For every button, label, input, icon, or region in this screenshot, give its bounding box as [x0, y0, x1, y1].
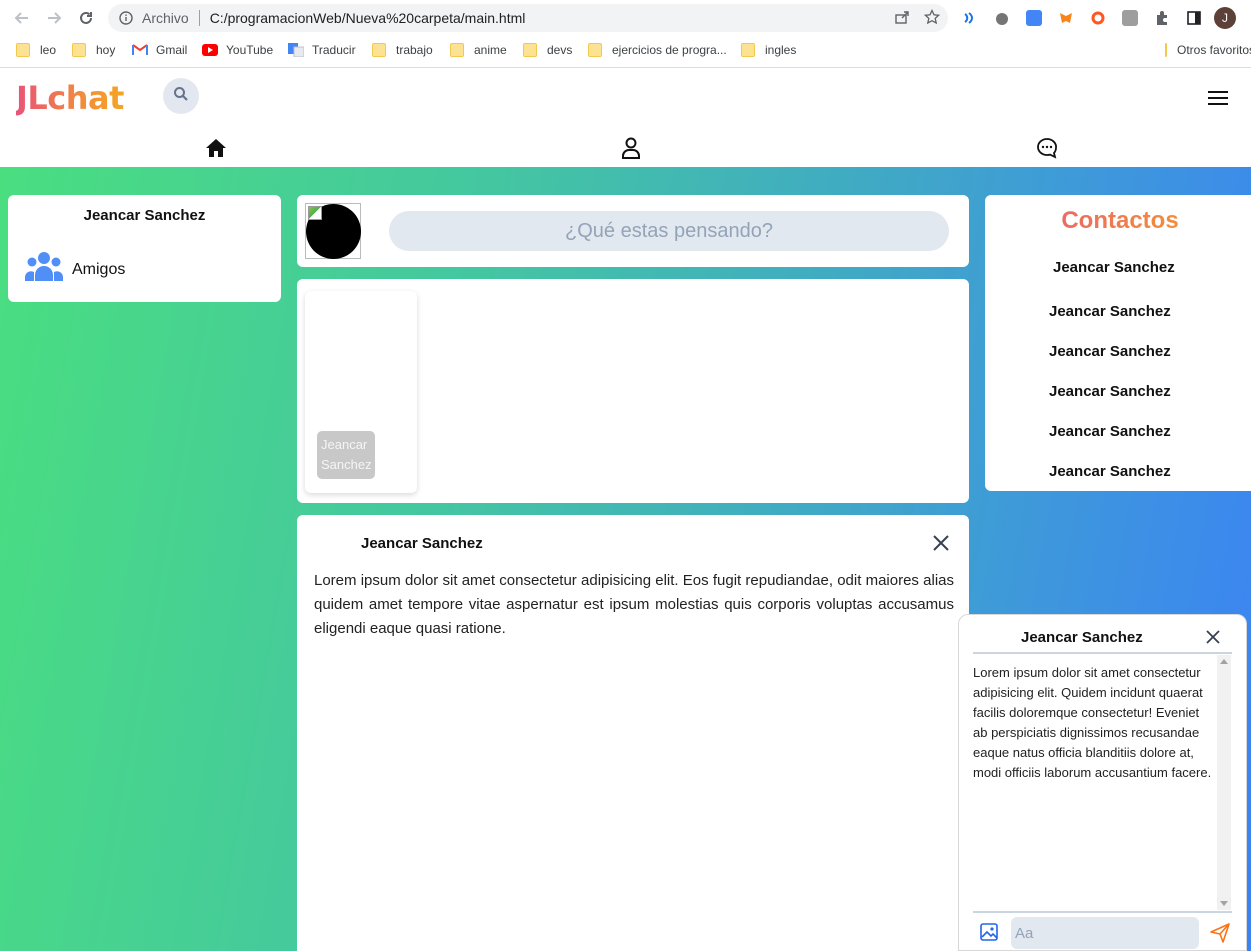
chat-input-divider	[973, 911, 1232, 913]
friends-label: Amigos	[72, 260, 126, 278]
chat-divider	[973, 652, 1232, 654]
story-card[interactable]: Jeancar Sanchez	[305, 291, 417, 493]
hamburger-menu-icon[interactable]	[1208, 89, 1230, 107]
chat-close-icon[interactable]	[1205, 629, 1221, 645]
folder-icon	[588, 43, 602, 57]
chat-bubble-icon[interactable]	[1034, 135, 1060, 161]
contact-item[interactable]: Jeancar Sanchez	[1049, 343, 1171, 360]
translate-icon	[288, 43, 304, 57]
security-label: Archivo	[142, 10, 189, 26]
bookmark-item[interactable]: ingles	[741, 43, 796, 57]
share-icon[interactable]	[894, 9, 910, 30]
gmail-icon	[132, 43, 148, 57]
bookmarks-bar: leo hoy Gmail YouTube Traducir trabajo a…	[0, 36, 1251, 68]
extension-translate-icon[interactable]	[1022, 6, 1046, 30]
chat-scrollbar[interactable]	[1217, 655, 1231, 910]
contact-item[interactable]: Jeancar Sanchez	[1049, 383, 1171, 400]
browser-toolbar: Archivo C:/programacionWeb/Nueva%20carpe…	[0, 0, 1251, 36]
profile-card: Jeancar Sanchez Amigos	[8, 195, 281, 302]
search-icon	[173, 86, 189, 107]
story-name-tag: Jeancar Sanchez	[317, 431, 375, 479]
address-bar[interactable]: Archivo C:/programacionWeb/Nueva%20carpe…	[108, 4, 948, 32]
post-author[interactable]: Jeancar Sanchez	[361, 535, 483, 552]
back-arrow-icon[interactable]	[10, 6, 34, 30]
contacts-title: Contactos	[985, 207, 1251, 235]
folder-icon	[72, 43, 86, 57]
extension-wave-icon[interactable]	[958, 6, 982, 30]
bookmark-item[interactable]: trabajo	[372, 43, 433, 57]
contacts-panel: Contactos Jeancar Sanchez Jeancar Sanche…	[985, 195, 1251, 491]
contact-item[interactable]: Jeancar Sanchez	[1049, 463, 1171, 480]
bookmark-item[interactable]: hoy	[72, 43, 115, 57]
extension-bomb-icon[interactable]	[990, 6, 1014, 30]
post-text: Lorem ipsum dolor sit amet consectetur a…	[314, 572, 954, 637]
bookmark-item[interactable]: Traducir	[288, 43, 356, 57]
info-icon[interactable]	[118, 10, 134, 26]
profile-avatar[interactable]: J	[1214, 7, 1236, 29]
url-text[interactable]: C:/programacionWeb/Nueva%20carpeta/main.…	[210, 10, 526, 26]
folder-icon	[16, 43, 30, 57]
post-card: Jeancar Sanchez Lorem ipsum dolor sit am…	[297, 515, 969, 951]
friends-link[interactable]: Amigos	[25, 251, 125, 288]
send-icon[interactable]	[1209, 922, 1231, 944]
contact-item[interactable]: Jeancar Sanchez	[1049, 303, 1171, 320]
star-icon[interactable]	[923, 8, 941, 30]
reload-icon[interactable]	[74, 6, 98, 30]
bookmark-item[interactable]: leo	[16, 43, 56, 57]
scroll-up-icon[interactable]	[1220, 659, 1228, 664]
bookmark-item[interactable]: YouTube	[202, 43, 273, 57]
side-panel-icon[interactable]	[1182, 6, 1206, 30]
folder-icon	[372, 43, 386, 57]
bookmark-item[interactable]: anime	[450, 43, 507, 57]
chat-window: Jeancar Sanchez Lorem ipsum dolor sit am…	[958, 614, 1247, 951]
extension-gray-icon[interactable]	[1118, 6, 1142, 30]
post-composer: ¿Qué estas pensando?	[297, 195, 969, 267]
extension-metamask-icon[interactable]	[1054, 6, 1078, 30]
home-icon[interactable]	[203, 135, 229, 161]
close-icon[interactable]	[931, 533, 951, 553]
chat-message-input[interactable]: Aa	[1011, 917, 1199, 949]
bookmark-item[interactable]: Gmail	[132, 43, 187, 57]
broken-image-icon	[308, 206, 322, 220]
image-upload-icon[interactable]	[979, 922, 999, 942]
friends-icon	[25, 251, 63, 288]
extensions-puzzle-icon[interactable]	[1150, 6, 1174, 30]
contact-item[interactable]: Jeancar Sanchez	[1053, 259, 1175, 276]
bookmark-other[interactable]: Otros favoritos	[1165, 43, 1251, 57]
user-icon[interactable]	[618, 135, 644, 161]
folder-icon	[450, 43, 464, 57]
chat-contact-name: Jeancar Sanchez	[1021, 629, 1143, 646]
stories-panel: Jeancar Sanchez	[297, 279, 969, 503]
whats-on-your-mind-input[interactable]: ¿Qué estas pensando?	[389, 211, 949, 251]
folder-icon	[1165, 43, 1167, 57]
contact-item[interactable]: Jeancar Sanchez	[1049, 423, 1171, 440]
folder-icon	[523, 43, 537, 57]
youtube-icon	[202, 43, 218, 57]
bookmark-item[interactable]: devs	[523, 43, 572, 57]
bookmark-item[interactable]: ejercicios de progra...	[588, 43, 727, 57]
forward-arrow-icon[interactable]	[42, 6, 66, 30]
chat-message: Lorem ipsum dolor sit amet consectetur a…	[973, 665, 1212, 780]
extension-ring-icon[interactable]	[1086, 6, 1110, 30]
user-avatar[interactable]	[305, 203, 361, 259]
app-logo[interactable]: JLchat	[16, 79, 124, 117]
search-button[interactable]	[163, 78, 199, 114]
scroll-down-icon[interactable]	[1220, 901, 1228, 906]
profile-name[interactable]: Jeancar Sanchez	[8, 207, 281, 224]
folder-icon	[741, 43, 755, 57]
app-header: JLchat	[0, 69, 1251, 167]
address-separator	[198, 10, 200, 26]
